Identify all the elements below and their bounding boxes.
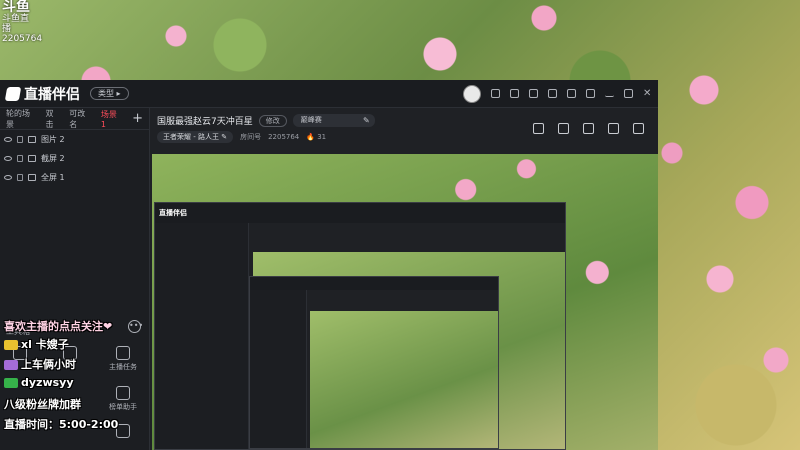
- more-icon[interactable]: •••: [128, 320, 143, 333]
- nested-brand: 直播伴侣: [159, 208, 187, 217]
- lock-icon[interactable]: [17, 174, 23, 181]
- gift-box-icon[interactable]: [533, 123, 544, 134]
- fan-badge-icon: [4, 340, 18, 350]
- app-brand: 直播伴侣: [4, 84, 80, 104]
- tab-scene-3[interactable]: 场景 1: [101, 109, 124, 129]
- overlay-text: 八级粉丝牌加群: [4, 398, 81, 411]
- bell-icon[interactable]: [608, 123, 619, 134]
- streaming-app-window: 直播伴侣 类型 ▸ ✕ 轮的场景 双击 可改名 场景 1 + 图片 2 截屏 2…: [0, 80, 658, 450]
- douyu-watermark: 斗鱼 斗鱼直播 2205764: [2, 0, 42, 44]
- source-label: 图片 2: [41, 135, 65, 144]
- task-icon: [116, 346, 130, 360]
- edit-title-button[interactable]: 修改: [258, 114, 287, 127]
- overlay-line: dyzwsyy: [4, 376, 74, 389]
- minimize-icon[interactable]: [605, 91, 614, 97]
- overlay-line: 喜欢主播的点点关注❤: [4, 318, 112, 334]
- overlay-text: xl 卡嫂子: [21, 338, 69, 351]
- tab-scene-2[interactable]: 可改名: [69, 108, 93, 130]
- tool-task[interactable]: 主播任务: [108, 346, 138, 372]
- overlay-line: 八级粉丝牌加群: [4, 396, 81, 412]
- heat-count: 🔥 31: [306, 133, 327, 141]
- nested-preview-area: [309, 311, 498, 448]
- main-panel: 国服最强赵云7天冲百星 修改 巅峰赛 王者荣耀 - 路人王 ✎ 房间号 2205…: [151, 108, 658, 450]
- user-avatar[interactable]: [463, 84, 481, 103]
- eye-icon[interactable]: [4, 137, 12, 142]
- action-icons: [533, 123, 644, 134]
- nested-title-bar: [250, 276, 498, 291]
- mode-pill[interactable]: 类型 ▸: [90, 87, 129, 100]
- screenshot-icon: [28, 155, 36, 162]
- close-icon[interactable]: ✕: [643, 89, 652, 99]
- overlay-text: 直播时间：5:00-2:00: [4, 418, 119, 431]
- maximize-icon[interactable]: [624, 89, 633, 98]
- source-item[interactable]: 截屏 2: [0, 149, 149, 168]
- overlay-line: 上车俩小时: [4, 356, 76, 372]
- scene-tabs: 轮的场景 双击 可改名 场景 1 +: [0, 108, 149, 130]
- tab-scene-0[interactable]: 轮的场景: [6, 108, 37, 130]
- brand-logo-icon: [4, 86, 22, 101]
- image-icon: [28, 136, 36, 143]
- headset-icon[interactable]: [491, 89, 500, 98]
- nested-left-panel: [250, 290, 308, 448]
- nested-title-bar: 直播伴侣: [155, 203, 565, 223]
- unlock-icon[interactable]: [558, 123, 569, 134]
- stream-info-row: 国服最强赵云7天冲百星 修改 巅峰赛: [157, 114, 375, 127]
- share-icon[interactable]: [633, 123, 644, 134]
- wechat-icon: [4, 378, 18, 388]
- category-field[interactable]: 巅峰赛: [292, 114, 375, 127]
- rank-icon: [116, 386, 130, 400]
- lock-icon[interactable]: [17, 136, 23, 143]
- heat-value: 31: [317, 133, 327, 141]
- watermark-sub: 斗鱼直播: [2, 14, 30, 34]
- watermark-main: 斗鱼: [2, 0, 30, 15]
- tool-label: 主播任务: [109, 363, 137, 371]
- nested-preview-2: [249, 275, 499, 449]
- game-tag-label: 王者荣耀 - 路人王: [163, 133, 219, 141]
- brand-name: 直播伴侣: [24, 86, 80, 103]
- tab-scene-1[interactable]: 双击: [45, 108, 61, 130]
- nested-left-panel: [155, 222, 250, 449]
- game-tag[interactable]: 王者荣耀 - 路人王 ✎: [157, 131, 234, 143]
- overlay-text: 喜欢主播的点点关注❤: [4, 320, 113, 333]
- shirt-icon[interactable]: [567, 89, 576, 98]
- room-label: 房间号: [240, 133, 262, 141]
- nested-preview-area: [249, 252, 565, 449]
- box-icon[interactable]: [583, 123, 594, 134]
- eye-icon[interactable]: [4, 175, 12, 180]
- source-label: 截屏 2: [41, 154, 65, 163]
- mail-icon[interactable]: [529, 89, 538, 98]
- room-id: 2205764: [268, 133, 300, 141]
- tool-rank[interactable]: 榜单助手: [108, 386, 138, 412]
- overlay-text: dyzwsyy: [21, 376, 74, 389]
- stream-title: 国服最强赵云7天冲百星: [157, 117, 253, 127]
- overlay-line: xl 卡嫂子: [4, 336, 69, 352]
- tool-label: 榜单助手: [109, 403, 137, 411]
- lock-icon[interactable]: [17, 155, 23, 162]
- stream-preview: 直播伴侣: [152, 154, 658, 450]
- monitor-icon: [28, 174, 36, 181]
- watermark-id: 2205764: [2, 34, 43, 44]
- fan-badge-icon: [4, 360, 18, 370]
- screen-icon[interactable]: [548, 89, 557, 98]
- title-bar: 直播伴侣 类型 ▸ ✕: [0, 80, 658, 108]
- nested-preview-1: 直播伴侣: [154, 202, 566, 450]
- message-icon[interactable]: [510, 89, 519, 98]
- eye-icon[interactable]: [4, 156, 12, 161]
- source-item[interactable]: 全屏 1: [0, 168, 149, 187]
- source-label: 全屏 1: [41, 173, 65, 182]
- overlay-line: 直播时间：5:00-2:00: [4, 416, 118, 432]
- add-scene-button[interactable]: +: [132, 111, 143, 126]
- source-item[interactable]: 图片 2: [0, 130, 149, 149]
- stream-meta-row: 王者荣耀 - 路人王 ✎ 房间号 2205764 🔥 31: [157, 131, 326, 143]
- overlay-text: 上车俩小时: [21, 358, 76, 371]
- menu-icon[interactable]: [586, 89, 595, 98]
- titlebar-controls: ✕: [463, 84, 652, 103]
